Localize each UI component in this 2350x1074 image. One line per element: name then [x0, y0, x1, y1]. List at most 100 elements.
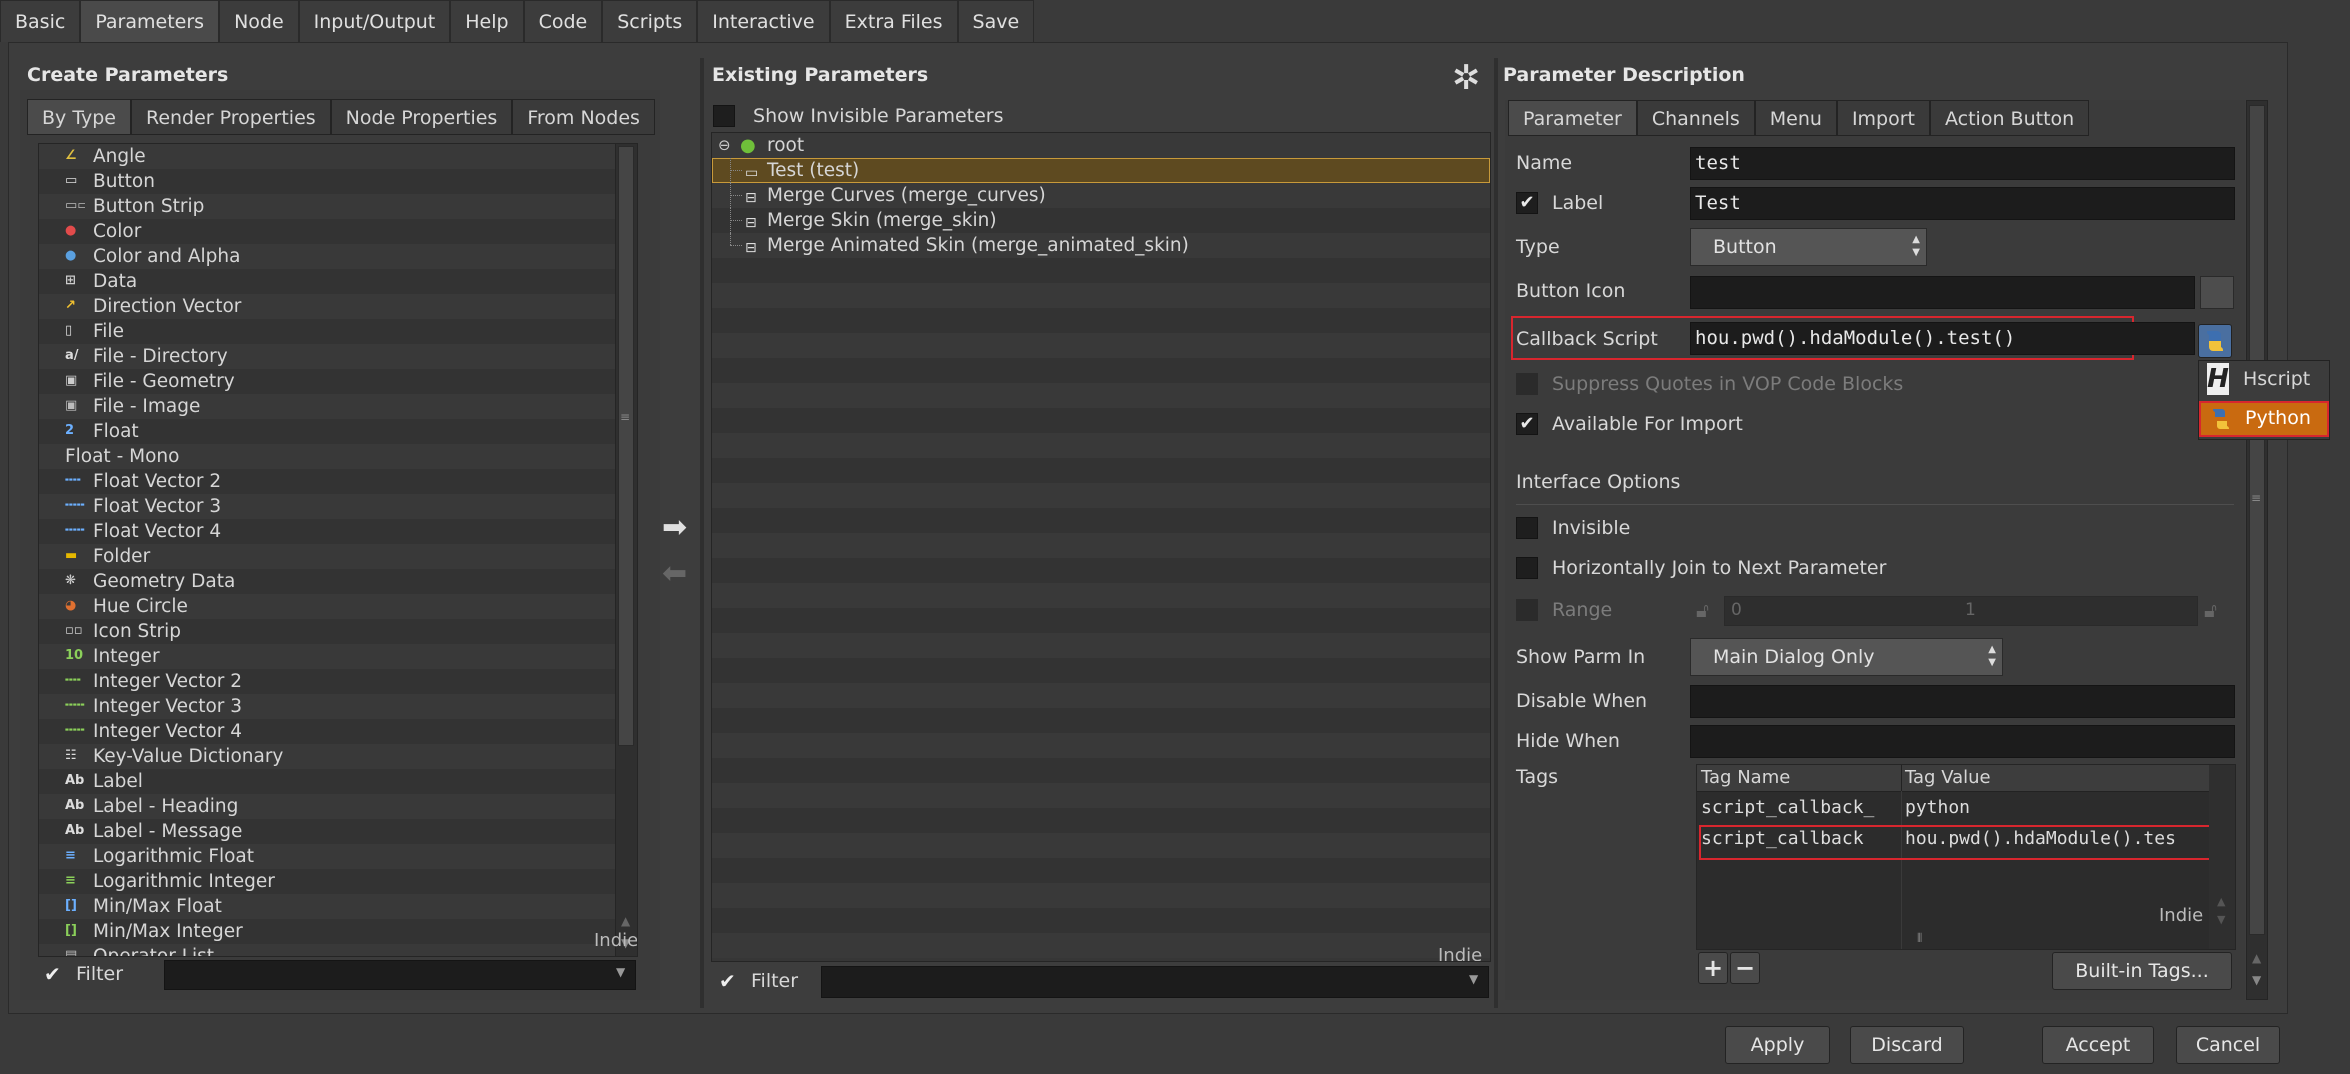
parameter-type-item[interactable]: ╍╍ Integer Vector 2 — [39, 669, 637, 694]
tab-parameter[interactable]: Parameter — [1508, 100, 1637, 136]
lock-icon[interactable]: 🔓︎ — [1696, 598, 1709, 622]
parameter-type-item[interactable]: ▣ File - Geometry — [39, 369, 637, 394]
parameter-type-list[interactable]: ∠ Angle ▭ Button ▭▭ Button Strip ● Color ● Color … — [38, 143, 638, 957]
parameter-type-item[interactable]: ∠ Angle — [39, 144, 637, 169]
invisible-checkbox[interactable] — [1516, 517, 1538, 539]
parameter-type-item[interactable]: Ab Label - Message — [39, 819, 637, 844]
apply-button[interactable]: Apply — [1725, 1026, 1830, 1064]
choose-icon-button[interactable] — [2200, 276, 2234, 309]
parameter-type-item[interactable]: ● Color — [39, 219, 637, 244]
label-field[interactable]: Test — [1690, 187, 2235, 220]
parameter-type-item[interactable]: ≡ Logarithmic Float — [39, 844, 637, 869]
scroll-up-icon[interactable]: ▲ — [2252, 951, 2261, 965]
splitter-left[interactable] — [700, 58, 704, 1008]
top-tab-code[interactable]: Code — [523, 0, 603, 42]
parameter-type-item[interactable]: ▭▭ Button Strip — [39, 194, 637, 219]
horizontal-join-checkbox[interactable] — [1516, 557, 1538, 579]
tags-table[interactable]: Tag Name Tag Value script_callback_ pytho… — [1696, 764, 2236, 950]
parameter-type-item[interactable]: [] Min/Max Integer — [39, 919, 637, 944]
collapse-icon[interactable]: ⊖ — [718, 133, 731, 158]
tree-item-row[interactable]: ▭ Test (test) — [712, 158, 1490, 183]
menu-item-python[interactable]: Python — [2199, 401, 2329, 437]
show-invisible-checkbox[interactable] — [713, 104, 735, 127]
top-tab-scripts[interactable]: Scripts — [602, 0, 698, 42]
remove-tag-button[interactable]: − — [1730, 952, 1760, 984]
tree-item-row[interactable]: ⊟ Merge Animated Skin (merge_animated_ski… — [712, 233, 1490, 258]
remove-parameter-arrow-icon[interactable]: ⬅ — [662, 556, 687, 591]
button-icon-field[interactable] — [1690, 276, 2195, 309]
scroll-up-icon[interactable]: ▲ — [2217, 895, 2225, 908]
top-tab-save[interactable]: Save — [957, 0, 1035, 42]
tag-value-cell[interactable]: python — [1905, 797, 1970, 818]
parameter-type-item[interactable]: ╍╍╍╍ Integer Vector 4 — [39, 719, 637, 744]
tree-item-row[interactable]: ⊟ Merge Curves (merge_curves) — [712, 183, 1490, 208]
tree-item-row[interactable]: ⊟ Merge Skin (merge_skin) — [712, 208, 1490, 233]
parameter-type-item[interactable]: ▤ Operator List — [39, 944, 637, 956]
top-tab-interactive[interactable]: Interactive — [697, 0, 830, 42]
parameter-type-item[interactable]: a/File - Directory — [39, 344, 637, 369]
tree-root-row[interactable]: ⊖ ● root — [712, 133, 1490, 158]
parameter-type-item[interactable]: ◕ Hue Circle — [39, 594, 637, 619]
tab-channels[interactable]: Channels — [1636, 100, 1755, 136]
accept-button[interactable]: Accept — [2042, 1026, 2154, 1064]
parameter-type-item[interactable]: ╍╍╍╍ Float Vector 4 — [39, 519, 637, 544]
top-tab-input-output[interactable]: Input/Output — [298, 0, 451, 42]
label-checkbox[interactable]: ✔ — [1516, 192, 1538, 214]
tab-import[interactable]: Import — [1836, 100, 1930, 136]
suppress-quotes-checkbox[interactable] — [1516, 373, 1538, 395]
parameter-type-item[interactable]: Ab Label — [39, 769, 637, 794]
show-parm-in-select[interactable]: Main Dialog Only ▲ ▼ — [1690, 638, 2003, 676]
tab-from-nodes[interactable]: From Nodes — [512, 99, 655, 135]
parameter-type-item[interactable]: ▫▫ Icon Strip — [39, 619, 637, 644]
create-filter-input[interactable] — [164, 960, 636, 990]
parameter-type-item[interactable]: ≡ Logarithmic Integer — [39, 869, 637, 894]
parameter-type-item[interactable]: 10 Integer — [39, 644, 637, 669]
existing-parameters-tree[interactable]: ⊖ ● root ▭ Test (test) ⊟ Merge Curves (merg… — [711, 132, 1491, 962]
filter-check-icon[interactable]: ✔ — [719, 969, 736, 993]
top-tab-node[interactable]: Node — [219, 0, 299, 42]
scrollbar-thumb[interactable] — [2249, 105, 2265, 935]
gear-icon[interactable]: ✲ — [1452, 58, 1481, 98]
tag-name-column-header[interactable]: Tag Name — [1701, 767, 1790, 788]
filter-dropdown-icon[interactable]: ▼ — [1469, 972, 1478, 986]
parameter-type-item[interactable]: Float - Mono — [39, 444, 637, 469]
parameter-type-item[interactable]: ⊞ Data — [39, 269, 637, 294]
top-tab-parameters[interactable]: Parameters — [80, 0, 220, 42]
available-import-checkbox[interactable]: ✔ — [1516, 413, 1538, 435]
lock-icon[interactable]: 🔓︎ — [2204, 598, 2217, 622]
cancel-button[interactable]: Cancel — [2176, 1026, 2280, 1064]
scroll-down-icon[interactable]: ▼ — [2217, 913, 2225, 926]
description-scrollbar[interactable]: ≡ ▲ ▼ — [2246, 100, 2268, 1000]
parameter-type-item[interactable]: ╍╍ Float Vector 2 — [39, 469, 637, 494]
parameter-type-item[interactable]: ╍╍╍ Float Vector 3 — [39, 494, 637, 519]
parameter-type-item[interactable]: [] Min/Max Float — [39, 894, 637, 919]
tab-by-type[interactable]: By Type — [27, 99, 131, 135]
tags-scrollbar[interactable]: ▲ ▼ — [2209, 765, 2235, 949]
hide-when-field[interactable] — [1690, 725, 2235, 758]
tag-row[interactable]: script_callback_ python — [1697, 793, 2209, 824]
tab-action-button[interactable]: Action Button — [1930, 100, 2090, 136]
filter-dropdown-icon[interactable]: ▼ — [616, 965, 625, 979]
parameter-type-item[interactable]: Ab Label - Heading — [39, 794, 637, 819]
parameter-type-item[interactable]: ↗ Direction Vector — [39, 294, 637, 319]
top-tab-basic[interactable]: Basic — [0, 0, 81, 42]
scroll-down-icon[interactable]: ▼ — [2252, 973, 2261, 987]
existing-filter-input[interactable] — [821, 966, 1489, 998]
tag-name-cell[interactable]: script_callback_ — [1701, 797, 1874, 818]
callback-script-field[interactable]: hou.pwd().hdaModule().test() — [1690, 322, 2195, 355]
parameter-type-item[interactable]: ▯ File — [39, 319, 637, 344]
top-tab-help[interactable]: Help — [450, 0, 524, 42]
range-checkbox[interactable] — [1516, 599, 1538, 621]
parameter-type-item[interactable]: ▣ File - Image — [39, 394, 637, 419]
parameter-type-item[interactable]: ▬ Folder — [39, 544, 637, 569]
range-fields[interactable]: 0 1 — [1724, 596, 2198, 626]
tab-menu[interactable]: Menu — [1754, 100, 1837, 136]
parameter-type-item[interactable]: ❋ Geometry Data — [39, 569, 637, 594]
top-tab-extra-files[interactable]: Extra Files — [829, 0, 958, 42]
tag-value-column-header[interactable]: Tag Value — [1905, 767, 1991, 788]
filter-check-icon[interactable]: ✔ — [44, 962, 61, 986]
scrollbar-thumb[interactable] — [618, 146, 634, 746]
tab-render-properties[interactable]: Render Properties — [130, 99, 331, 135]
parameter-type-item[interactable]: ╍╍╍ Integer Vector 3 — [39, 694, 637, 719]
tab-node-properties[interactable]: Node Properties — [330, 99, 513, 135]
